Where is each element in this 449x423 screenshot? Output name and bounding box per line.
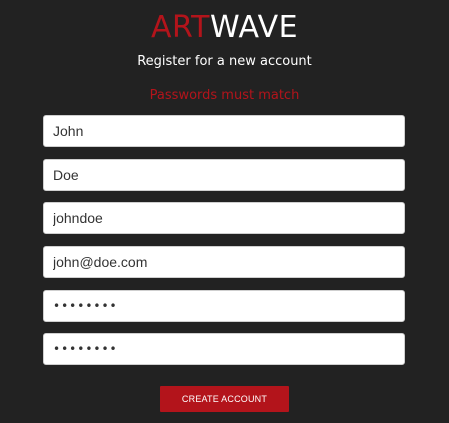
confirm-password-field[interactable] [43, 333, 405, 365]
error-message: Passwords must match [149, 88, 300, 103]
password-field[interactable] [43, 290, 405, 322]
username-field[interactable] [43, 202, 405, 234]
email-field[interactable] [43, 246, 405, 278]
page-subtitle: Register for a new account [137, 54, 312, 69]
first-name-field[interactable] [43, 115, 405, 147]
brand-logo: ARTWAVE [0, 10, 449, 46]
create-account-button[interactable]: CREATE ACCOUNT [160, 386, 289, 412]
brand-logo-art: ART [150, 10, 210, 45]
last-name-field[interactable] [43, 159, 405, 191]
brand-logo-wave: WAVE [209, 10, 299, 45]
